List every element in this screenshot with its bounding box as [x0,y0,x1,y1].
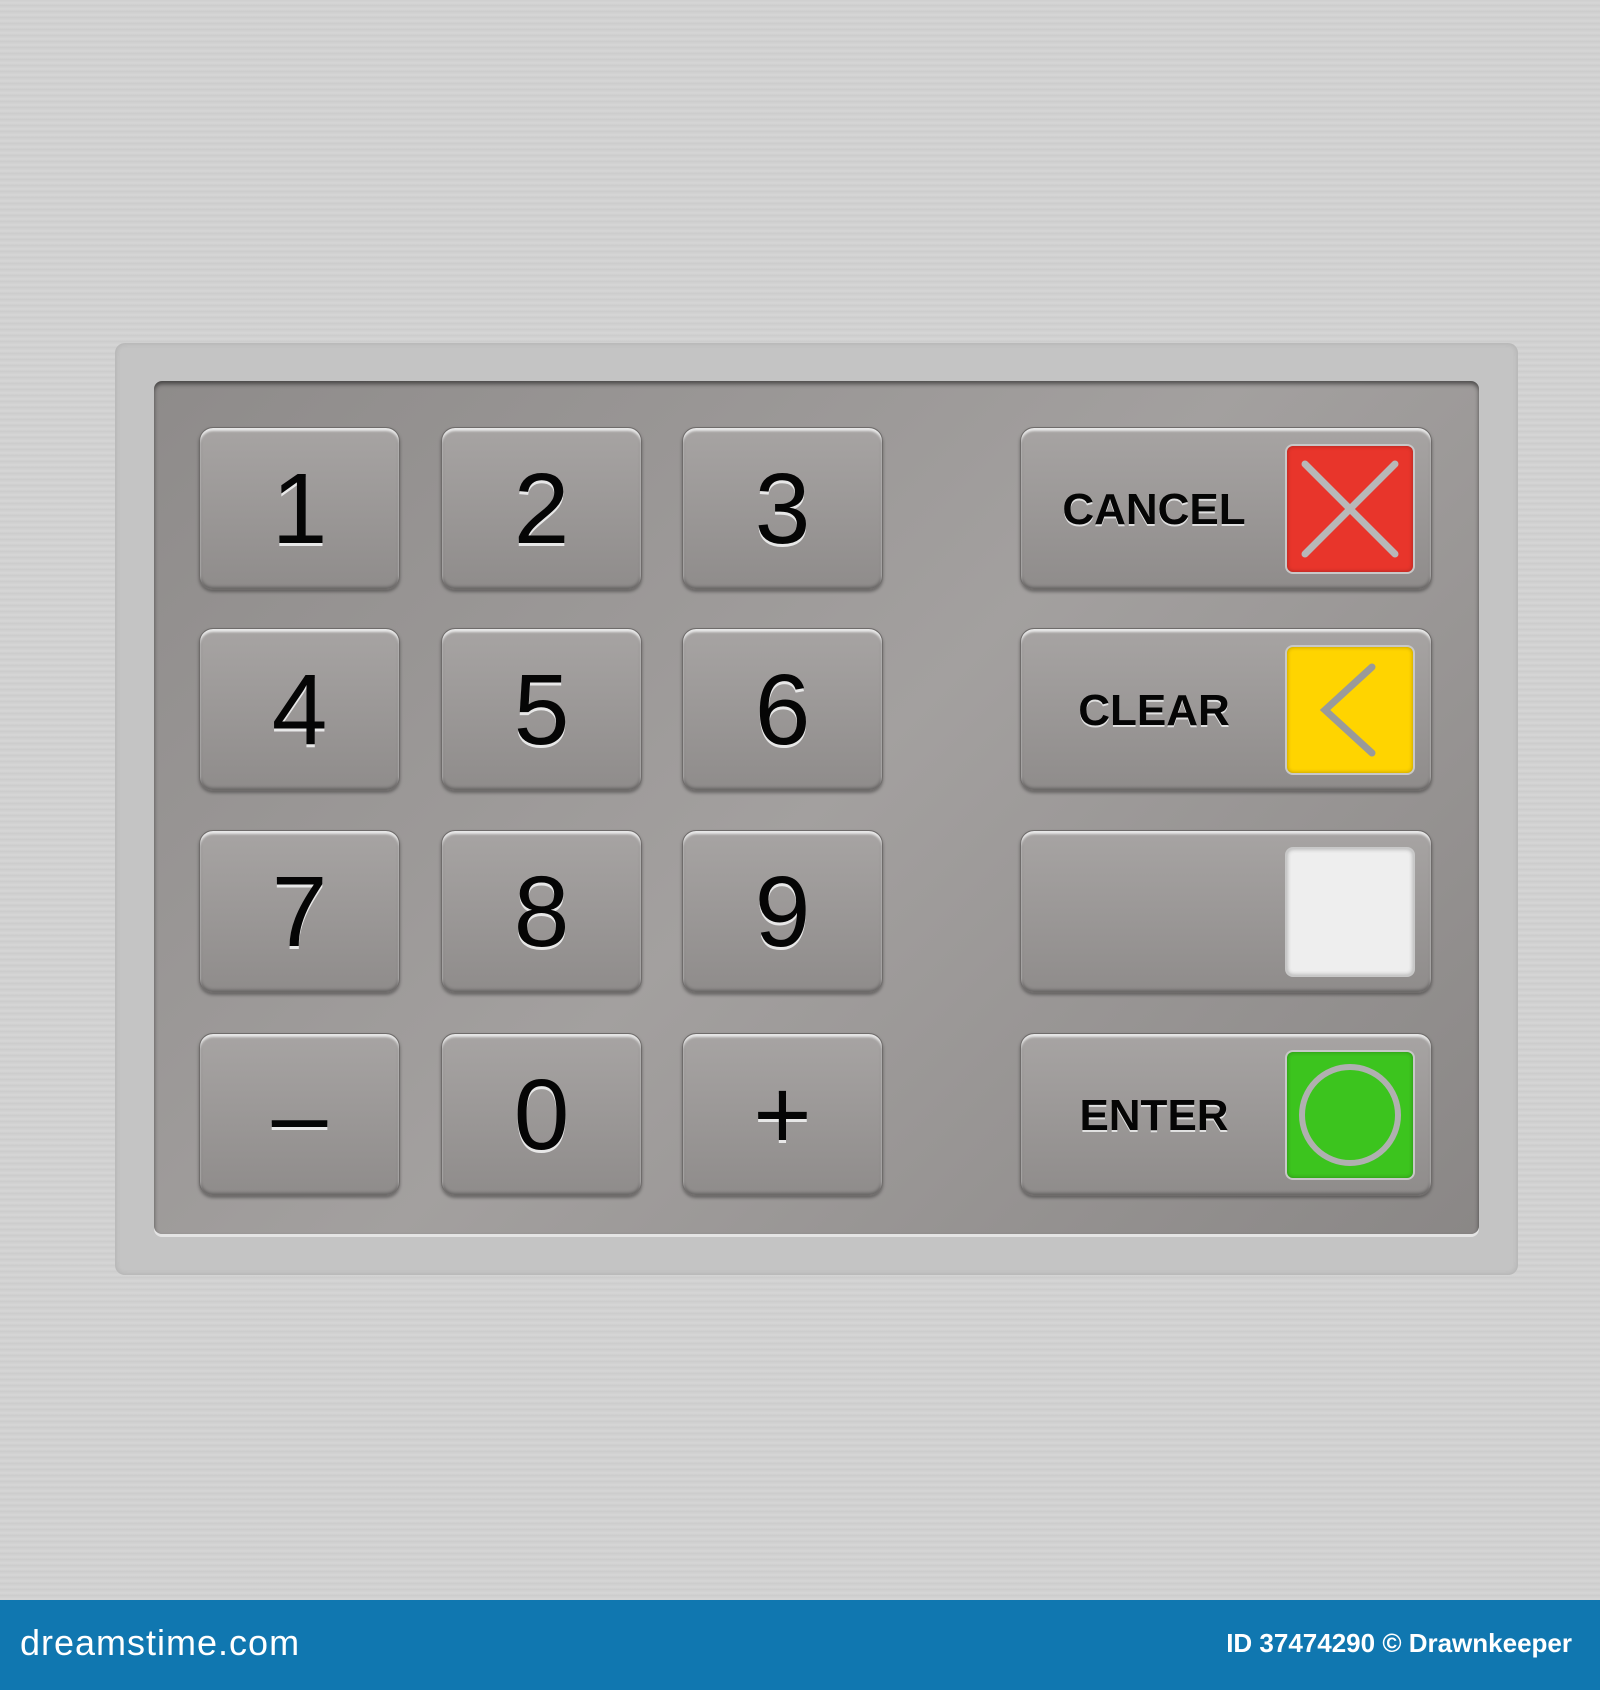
key-8[interactable]: 9 [682,830,883,993]
key-label: 1 [271,452,328,565]
key-label: 8 [513,855,570,968]
key-label: 9 [754,855,811,968]
key-label: – [271,1058,328,1171]
cancel-button[interactable]: CANCEL [1020,427,1432,590]
enter-button[interactable]: ENTER [1020,1033,1432,1196]
key-7[interactable]: 8 [441,830,642,993]
x-icon [1287,446,1413,572]
key-3[interactable]: 4 [199,628,400,791]
chevron-left-icon [1287,647,1413,773]
key-label: 2 [513,452,570,565]
key-6[interactable]: 7 [199,830,400,993]
key-5[interactable]: 6 [682,628,883,791]
blank-indicator [1287,849,1413,975]
key-11[interactable]: + [682,1033,883,1196]
cancel-label: CANCEL [1062,484,1246,534]
key-label: 6 [754,653,811,766]
key-label: 3 [754,452,811,565]
footer-bar: dreamstime.com ID 37474290 © Drawnkeeper [0,1600,1600,1690]
blank-function-button[interactable] [1020,830,1432,993]
key-0[interactable]: 1 [199,427,400,590]
key-1[interactable]: 2 [441,427,642,590]
key-10[interactable]: 0 [441,1033,642,1196]
key-2[interactable]: 3 [682,427,883,590]
clear-label: CLEAR [1078,685,1230,735]
key-label: 0 [513,1058,570,1171]
dreamstime-logo: dreamstime.com [20,1622,301,1663]
key-label: 5 [513,653,570,766]
key-9[interactable]: – [199,1033,400,1196]
clear-button[interactable]: CLEAR [1020,628,1432,791]
key-4[interactable]: 5 [441,628,642,791]
key-label: + [753,1058,812,1171]
key-label: 4 [271,653,328,766]
key-label: 7 [271,855,328,968]
image-credit: ID 37474290 © Drawnkeeper [1226,1628,1572,1658]
enter-label: ENTER [1079,1090,1229,1140]
circle-icon [1287,1052,1413,1178]
